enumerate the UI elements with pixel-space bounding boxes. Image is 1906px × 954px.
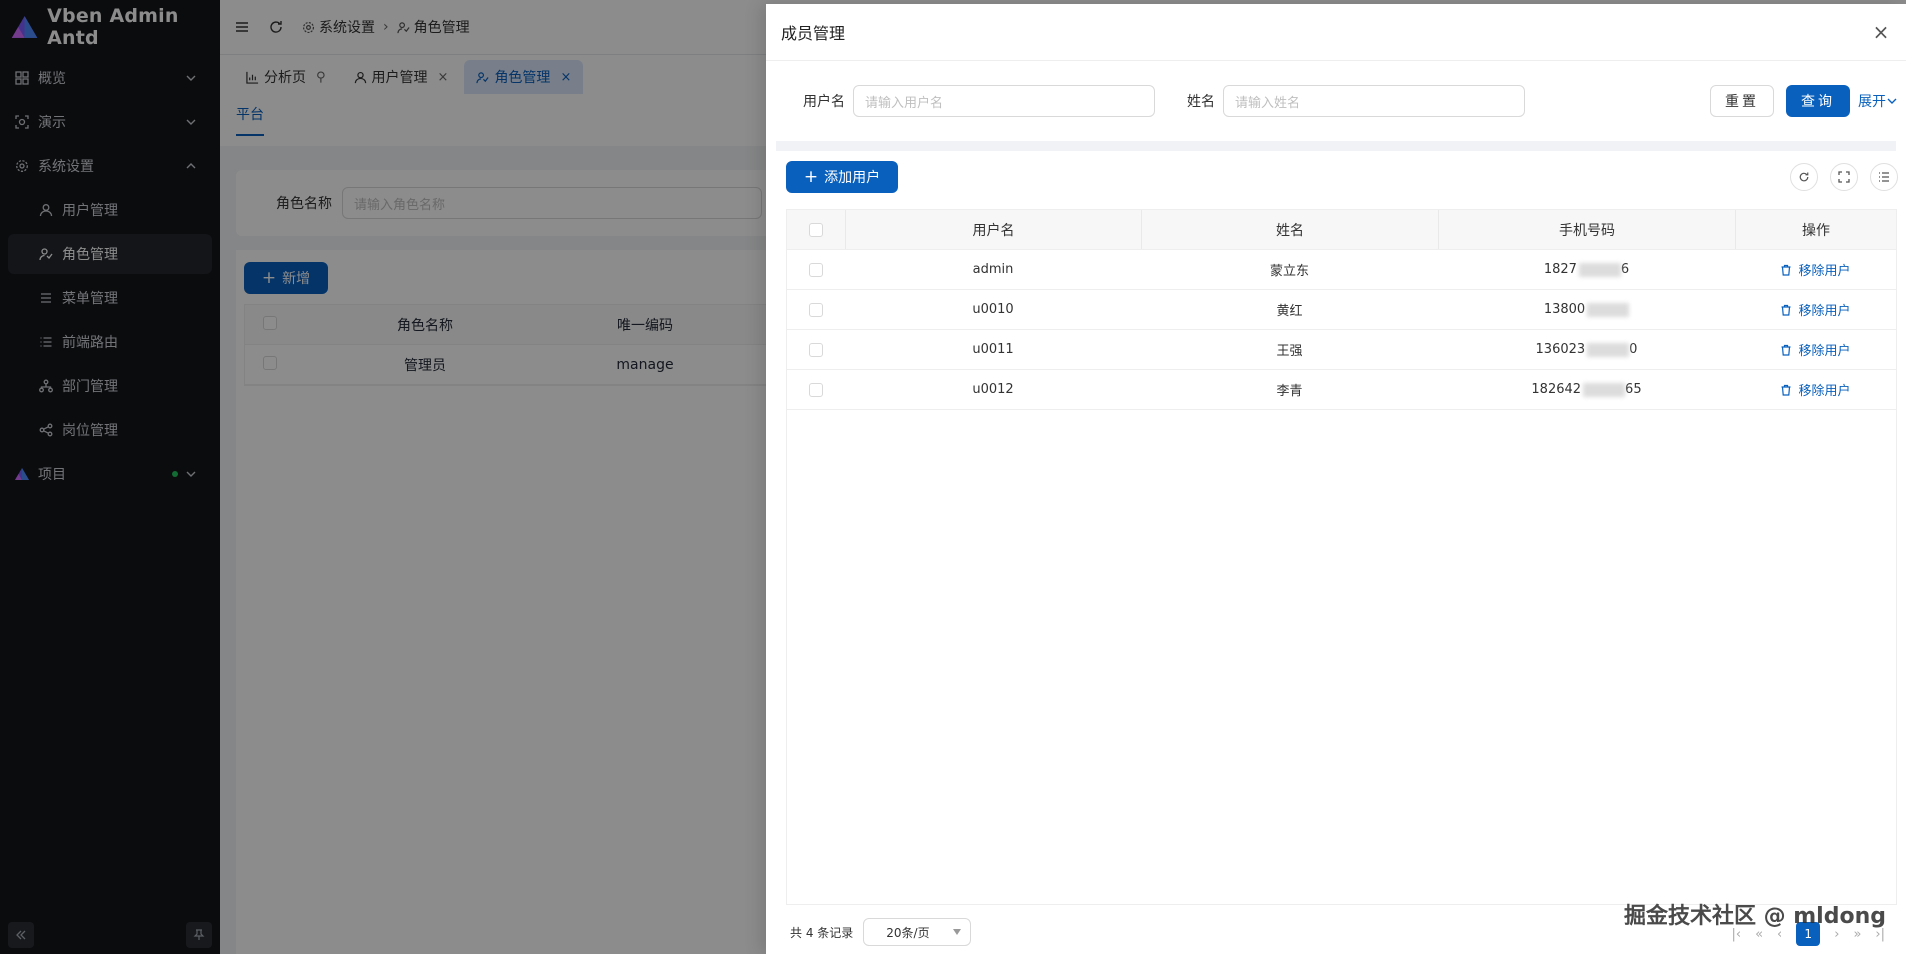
- page-size-select[interactable]: 20条/页: [863, 918, 972, 946]
- remove-user-label: 移除用户: [1798, 304, 1851, 319]
- select-all-cell: [787, 210, 845, 249]
- caret-down-icon: [953, 929, 962, 935]
- remove-user-label: 移除用户: [1798, 384, 1851, 399]
- remove-user-label: 移除用户: [1798, 344, 1851, 359]
- name-input[interactable]: 请输入姓名: [1223, 85, 1525, 117]
- drawer-header: 成员管理 ×: [766, 4, 1906, 61]
- add-user-button[interactable]: + 添加用户: [786, 161, 898, 193]
- redacted-mask: [1583, 382, 1626, 397]
- row-checkbox[interactable]: [809, 302, 823, 317]
- chevron-down-icon: [1887, 98, 1897, 104]
- phone-visible: 136023: [1535, 342, 1586, 357]
- expand-button[interactable]: 展开: [1858, 91, 1898, 111]
- action-cell: 移除用户: [1735, 250, 1896, 289]
- remove-user-label: 移除用户: [1798, 264, 1851, 279]
- row-checkbox[interactable]: [809, 342, 823, 357]
- column-settings-button[interactable]: [1870, 163, 1898, 191]
- column-header-phone: 手机号码: [1438, 210, 1735, 249]
- phone-tail: 65: [1625, 382, 1642, 397]
- table-row[interactable]: u0012 李青 182642 65 移除用户: [787, 370, 1896, 410]
- phone-cell: 13800: [1438, 290, 1735, 329]
- member-search-form: 用户名 请输入用户名 姓名 请输入姓名 重置 查询 展开: [766, 61, 1906, 141]
- username-input[interactable]: 请输入用户名: [853, 85, 1155, 117]
- username-cell: u0010: [972, 302, 1014, 317]
- expand-label: 展开: [1858, 94, 1886, 110]
- plus-icon: +: [803, 166, 819, 187]
- drawer-title: 成员管理: [781, 24, 846, 43]
- name-cell: 黄红: [1276, 304, 1303, 319]
- row-checkbox[interactable]: [809, 262, 823, 277]
- name-label: 姓名: [1187, 94, 1215, 110]
- column-header-action: 操作: [1735, 210, 1896, 249]
- remove-user-button[interactable]: 移除用户: [1780, 340, 1851, 359]
- phone-cell: 136023 0: [1438, 330, 1735, 369]
- table-row[interactable]: u0011 王强 136023 0 移除用户: [787, 330, 1896, 370]
- phone-cell: 1827 6: [1438, 250, 1735, 289]
- select-all-checkbox[interactable]: [809, 222, 823, 237]
- phone-visible: 1827: [1543, 262, 1577, 277]
- checkbox-cell: [787, 330, 845, 369]
- username-cell: admin: [972, 262, 1014, 277]
- name-cell: 王强: [1276, 344, 1303, 359]
- redacted-mask: [1578, 262, 1621, 277]
- phone-visible: 182642: [1531, 382, 1582, 397]
- refresh-table-button[interactable]: [1790, 163, 1818, 191]
- username-cell: u0011: [972, 342, 1014, 357]
- refresh-icon: [1799, 172, 1809, 182]
- table-row[interactable]: u0010 黄红 13800 移除用户: [787, 290, 1896, 330]
- column-header-username: 用户名: [845, 210, 1141, 249]
- name-cell: 蒙立东: [1269, 264, 1309, 279]
- trash-icon: [1781, 384, 1791, 396]
- table-header: 用户名 姓名 手机号码 操作: [787, 210, 1896, 250]
- section-divider: [776, 141, 1896, 151]
- remove-user-button[interactable]: 移除用户: [1780, 300, 1851, 319]
- total-records: 共 4 条记录: [790, 925, 854, 940]
- query-button[interactable]: 查询: [1786, 85, 1850, 117]
- phone-visible: 13800: [1543, 302, 1586, 317]
- phone-cell: 182642 65: [1438, 370, 1735, 409]
- member-management-drawer: 成员管理 × 用户名 请输入用户名 姓名 请输入姓名 重置 查询 展开 + 添加…: [766, 4, 1906, 954]
- remove-user-button[interactable]: 移除用户: [1780, 380, 1851, 399]
- redacted-mask: [1587, 342, 1630, 357]
- table-row[interactable]: admin 蒙立东 1827 6 移除用户: [787, 250, 1896, 290]
- watermark: 掘金技术社区 @ mldong: [1623, 904, 1886, 929]
- add-user-label: 添加用户: [824, 170, 881, 186]
- phone-tail: 6: [1620, 262, 1630, 277]
- checkbox-cell: [787, 370, 845, 409]
- reset-button[interactable]: 重置: [1710, 85, 1774, 117]
- action-cell: 移除用户: [1735, 290, 1896, 329]
- trash-icon: [1781, 344, 1791, 356]
- action-cell: 移除用户: [1735, 330, 1896, 369]
- drawer-body: 用户名 请输入用户名 姓名 请输入姓名 重置 查询 展开 + 添加用户 用户名 …: [766, 61, 1906, 954]
- table-tools: [1778, 163, 1898, 191]
- row-checkbox[interactable]: [809, 382, 823, 397]
- action-cell: 移除用户: [1735, 370, 1896, 409]
- column-header-name: 姓名: [1141, 210, 1438, 249]
- list-settings-icon: [1879, 172, 1889, 182]
- checkbox-cell: [787, 290, 845, 329]
- pagination-info: 共 4 条记录 20条/页: [790, 918, 972, 946]
- username-label: 用户名: [803, 94, 845, 110]
- username-cell: u0012: [972, 382, 1014, 397]
- table-toolbar: + 添加用户: [766, 151, 1906, 203]
- fullscreen-button[interactable]: [1830, 163, 1858, 191]
- fullscreen-icon: [1838, 171, 1850, 183]
- phone-tail: 0: [1629, 342, 1638, 357]
- trash-icon: [1781, 304, 1791, 316]
- page-size-value: 20条/页: [886, 925, 930, 940]
- member-table: 用户名 姓名 手机号码 操作 admin 蒙立东 1827 6 移除用户 u00…: [786, 209, 1897, 905]
- name-cell: 李青: [1276, 384, 1303, 399]
- search-actions: 重置 查询 展开: [1710, 85, 1898, 117]
- redacted-mask: [1587, 302, 1630, 317]
- checkbox-cell: [787, 250, 845, 289]
- trash-icon: [1781, 264, 1791, 276]
- close-icon[interactable]: ×: [1871, 20, 1891, 44]
- remove-user-button[interactable]: 移除用户: [1780, 260, 1851, 279]
